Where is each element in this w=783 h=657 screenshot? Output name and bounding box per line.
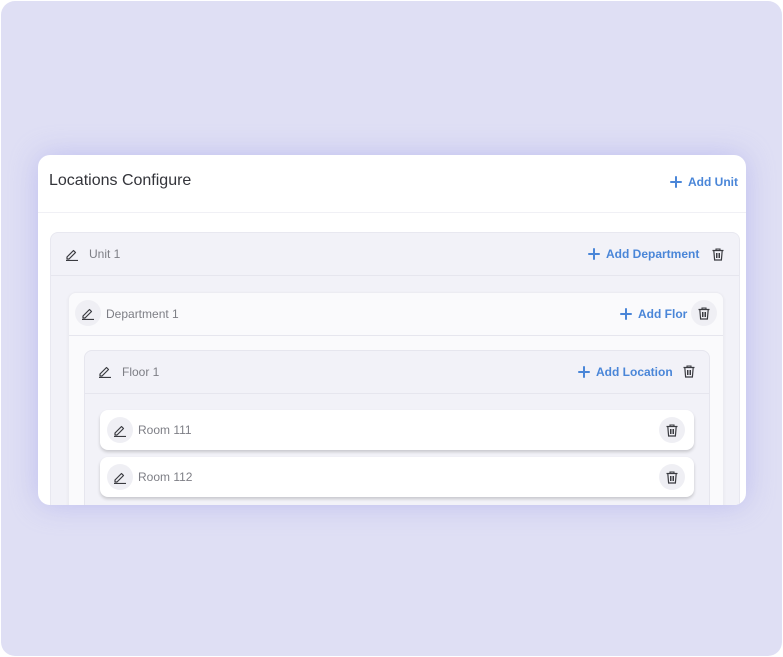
card-header: Locations Configure Add Unit xyxy=(38,155,746,213)
page-title: Locations Configure xyxy=(49,172,192,189)
pencil-icon xyxy=(114,472,126,484)
room-row: Room 111 xyxy=(100,410,694,450)
floor-name: Floor 1 xyxy=(122,365,160,379)
add-floor-button[interactable]: Add Flor xyxy=(620,307,687,321)
delete-room-button[interactable] xyxy=(659,464,685,490)
edit-department-button[interactable] xyxy=(75,300,101,326)
add-department-button[interactable]: Add Department xyxy=(588,247,699,261)
floor-panel: Floor 1 Add Location Room 111 Room 112 xyxy=(84,350,710,505)
department-header: Department 1 Add Flor xyxy=(69,293,723,336)
add-department-label: Add Department xyxy=(606,247,700,261)
plus-icon xyxy=(578,366,590,378)
trash-icon xyxy=(698,306,710,320)
delete-floor-button[interactable] xyxy=(676,358,702,384)
pencil-icon xyxy=(99,366,111,378)
add-unit-button[interactable]: Add Unit xyxy=(670,175,738,189)
delete-room-button[interactable] xyxy=(659,417,685,443)
edit-floor-button[interactable] xyxy=(92,358,118,384)
edit-unit-button[interactable] xyxy=(59,241,85,267)
trash-icon xyxy=(683,364,695,378)
add-location-label: Add Location xyxy=(596,365,673,379)
unit-header: Unit 1 Add Department xyxy=(51,233,739,276)
locations-card: Locations Configure Add Unit Unit 1 Add … xyxy=(38,155,746,505)
trash-icon xyxy=(666,423,678,437)
trash-icon xyxy=(712,247,724,261)
delete-unit-button[interactable] xyxy=(705,241,731,267)
room-row: Room 112 xyxy=(100,457,694,497)
department-name: Department 1 xyxy=(106,307,179,321)
department-panel: Department 1 Add Flor Floor 1 Add Locati… xyxy=(68,292,724,505)
unit-name: Unit 1 xyxy=(89,247,121,261)
pencil-icon xyxy=(114,425,126,437)
pencil-icon xyxy=(66,249,78,261)
floor-header: Floor 1 Add Location xyxy=(85,351,709,394)
plus-icon xyxy=(670,176,682,188)
edit-room-button[interactable] xyxy=(107,464,133,490)
plus-icon xyxy=(620,308,632,320)
trash-icon xyxy=(666,470,678,484)
delete-department-button[interactable] xyxy=(691,300,717,326)
add-location-button[interactable]: Add Location xyxy=(578,365,673,379)
add-unit-label: Add Unit xyxy=(688,175,738,189)
room-name: Room 112 xyxy=(138,470,193,484)
unit-panel: Unit 1 Add Department Department 1 Add F… xyxy=(50,232,740,505)
room-name: Room 111 xyxy=(138,423,192,437)
pencil-icon xyxy=(82,308,94,320)
edit-room-button[interactable] xyxy=(107,417,133,443)
add-floor-label: Add Flor xyxy=(638,307,688,321)
plus-icon xyxy=(588,248,600,260)
